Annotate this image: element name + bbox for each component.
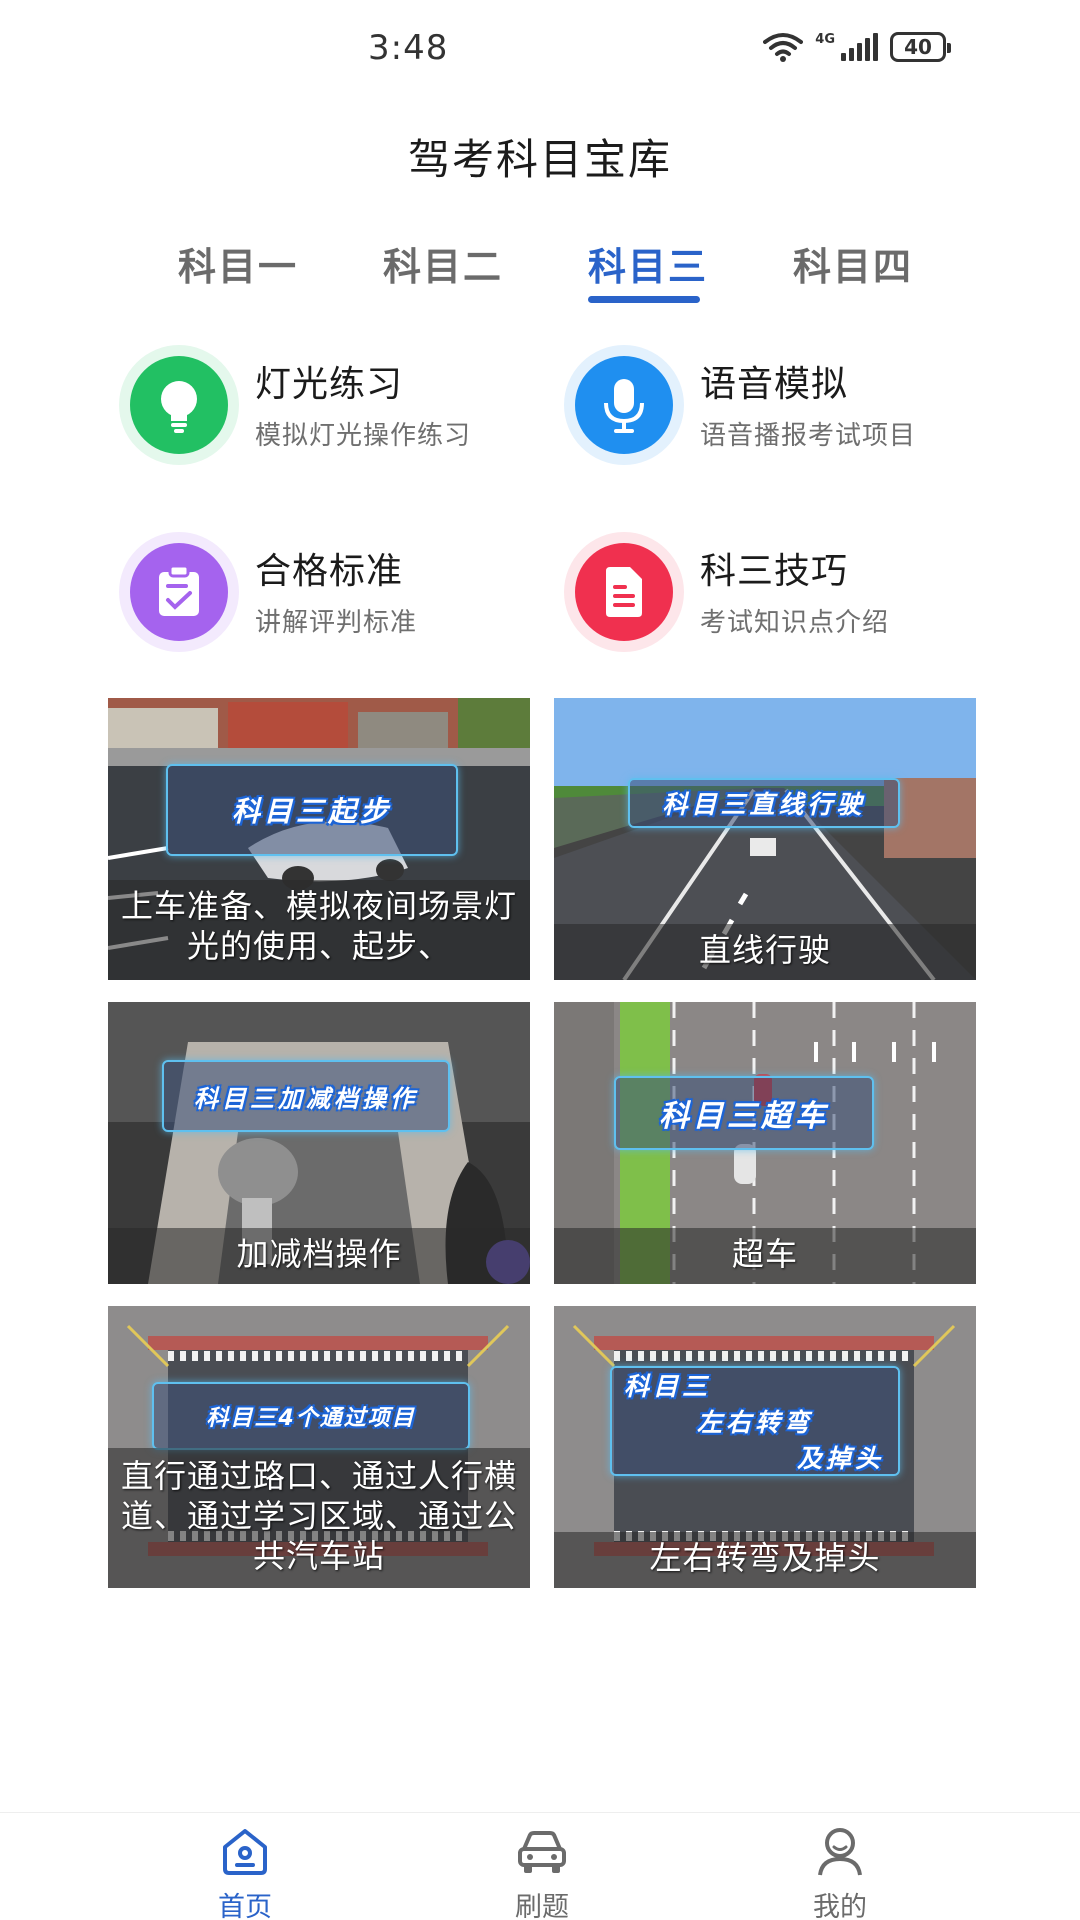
course-card-gear[interactable]: 科目三加减档操作 加减档操作: [108, 1002, 530, 1284]
course-card-turn-uturn[interactable]: 科目三 左右转弯 及掉头 左右转弯及掉头: [554, 1306, 976, 1588]
nav-home[interactable]: 首页: [175, 1825, 315, 1920]
card-caption: 左右转弯及掉头: [649, 1539, 881, 1577]
feature-subtitle: 考试知识点介绍: [700, 608, 890, 638]
feature-voice-simulation[interactable]: 语音模拟 语音播报考试项目: [564, 345, 984, 475]
card-badge: 科目三起步: [166, 764, 458, 856]
nav-label: 我的: [813, 1892, 867, 1920]
course-card-overtake[interactable]: 科目三超车 超车: [554, 1002, 976, 1284]
card-badge: 科目三加减档操作: [162, 1060, 450, 1132]
document-icon: [575, 543, 673, 641]
subject-tabs: 科目一 科目二 科目三 科目四: [130, 236, 950, 306]
course-card-four-items[interactable]: 科目三4个通过项目 直行通过路口、通过人行横道、通过学习区域、通过公共汽车站: [108, 1306, 530, 1588]
page-title: 驾考科目宝库: [407, 135, 672, 184]
wifi-icon: [763, 33, 804, 62]
card-caption: 上车准备、模拟夜间场景灯光的使用、起步、: [120, 887, 517, 965]
badge-line: 科目三: [624, 1372, 712, 1401]
card-badge: 科目三 左右转弯 及掉头: [610, 1366, 900, 1476]
battery-icon: 40: [890, 32, 951, 62]
network-type: 4G: [815, 31, 835, 47]
nav-practice[interactable]: 刷题: [472, 1825, 612, 1920]
car-icon: [518, 1831, 566, 1873]
feature-title: 灯光练习: [255, 364, 404, 405]
card-badge: 科目三直线行驶: [628, 778, 900, 828]
card-badge: 科目三超车: [614, 1076, 874, 1150]
status-icons: 4G 40: [763, 31, 951, 62]
lightbulb-icon: [130, 356, 228, 454]
feature-title: 合格标准: [255, 551, 404, 592]
feature-subtitle: 语音播报考试项目: [700, 421, 917, 451]
nav-label: 首页: [218, 1892, 272, 1920]
feature-title: 科三技巧: [700, 551, 849, 592]
course-card-straight[interactable]: 科目三直线行驶 直线行驶: [554, 698, 976, 980]
microphone-icon: [575, 356, 673, 454]
card-badge: 科目三4个通过项目: [152, 1382, 470, 1450]
card-caption: 超车: [731, 1235, 798, 1273]
user-icon: [818, 1828, 862, 1876]
tab-subject-1[interactable]: 科目一: [178, 236, 298, 291]
app-screen: 3:48 4G 40 驾考科目宝库 科目一 科目二 科目三 科目四 灯光练习 模…: [0, 0, 1080, 1920]
bottom-navigation: 首页 刷题 我的: [0, 1812, 1080, 1920]
tab-subject-3[interactable]: 科目三: [588, 236, 708, 291]
feature-title: 语音模拟: [700, 364, 849, 405]
feature-pass-standard[interactable]: 合格标准 讲解评判标准: [119, 532, 539, 662]
feature-subject3-tips[interactable]: 科三技巧 考试知识点介绍: [564, 532, 984, 662]
nav-label: 刷题: [515, 1892, 569, 1920]
card-caption: 直线行驶: [698, 931, 831, 969]
badge-line: 左右转弯: [696, 1408, 813, 1437]
signal-icon: [841, 33, 878, 61]
tab-subject-4[interactable]: 科目四: [793, 236, 913, 291]
home-icon: [223, 1829, 267, 1875]
status-bar: 3:48 4G 40: [0, 0, 1080, 100]
course-card-start[interactable]: 科目三起步 上车准备、模拟夜间场景灯光的使用、起步、: [108, 698, 530, 980]
feature-subtitle: 模拟灯光操作练习: [255, 421, 472, 451]
feature-light-practice[interactable]: 灯光练习 模拟灯光操作练习: [119, 345, 539, 475]
battery-level: 40: [904, 35, 932, 59]
status-time: 3:48: [368, 28, 449, 68]
badge-line: 及掉头: [796, 1444, 884, 1473]
card-caption: 加减档操作: [236, 1235, 402, 1273]
card-caption: 直行通过路口、通过人行横道、通过学习区域、通过公共汽车站: [120, 1457, 517, 1575]
feature-subtitle: 讲解评判标准: [255, 608, 418, 638]
clipboard-check-icon: [130, 543, 228, 641]
tab-subject-2[interactable]: 科目二: [383, 236, 503, 291]
active-tab-indicator: [588, 296, 700, 303]
nav-profile[interactable]: 我的: [770, 1825, 910, 1920]
